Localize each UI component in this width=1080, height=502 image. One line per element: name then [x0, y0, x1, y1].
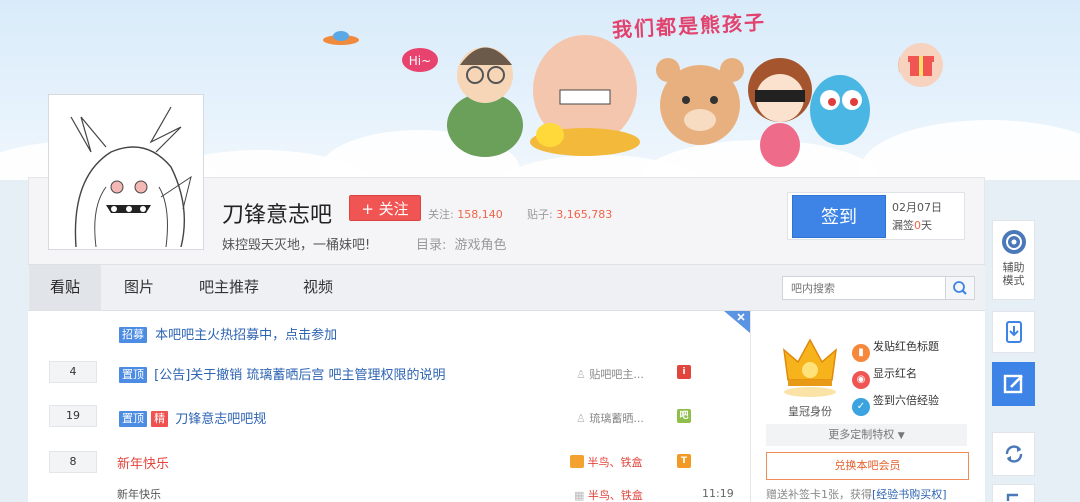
author-level-badge: i — [677, 365, 691, 379]
posts-stat-label: 贴子: — [527, 208, 553, 221]
edit-icon — [1003, 374, 1023, 394]
featured-tag: 精 — [151, 411, 169, 427]
author-level-badge: 吧 — [677, 409, 691, 423]
post-thread-button[interactable] — [992, 362, 1035, 406]
chevron-down-icon: ▼ — [897, 431, 905, 441]
follow-button[interactable]: + 关注 — [349, 195, 421, 221]
posts-stat: 贴子: 3,165,783 — [527, 206, 612, 222]
forum-name[interactable]: 刀锋意志吧 — [222, 197, 332, 229]
forum-slogan: 妹控毁天灭地，一桶妹吧! — [222, 238, 371, 253]
crown-label: 皇冠身份 — [788, 405, 832, 418]
author-level-badge: T — [677, 454, 691, 468]
perk-red-title: ▮ 发贴红色标题 — [852, 338, 939, 362]
recruit-notice[interactable]: 招募 本吧吧主火热招募中，点击参加 — [119, 324, 337, 343]
thread-title[interactable]: 新年快乐 — [117, 453, 169, 472]
thread-preview: 新年快乐 — [117, 488, 161, 501]
thread-author[interactable]: ♙ 琉璃蓄晒... — [576, 410, 644, 426]
thread-title[interactable]: [公告]关于撤销 琉璃蓄晒后宫 吧主管理权限的说明 — [154, 368, 445, 383]
user-icon: ♙ — [576, 412, 586, 425]
sign-info: 02月07日 漏签0天 — [892, 199, 942, 235]
pinned-tag: 置顶 — [119, 367, 147, 383]
reply-count: 8 — [49, 451, 97, 473]
tab-recommended[interactable]: 吧主推荐 — [186, 265, 272, 310]
posts-count: 3,165,783 — [556, 208, 613, 221]
catalog-value[interactable]: 游戏角色 — [455, 238, 507, 253]
sign-in-button[interactable]: 签到 — [792, 195, 886, 238]
follow-count: 158,140 — [457, 208, 503, 221]
red-name-icon: ◉ — [852, 371, 870, 389]
follow-stat: 关注: 158,140 — [428, 206, 503, 222]
perk-six-exp: ✓ 签到六倍经验 — [852, 392, 939, 416]
redeem-membership-button[interactable]: 兑换本吧会员 — [766, 452, 969, 480]
search-button[interactable] — [945, 276, 975, 300]
pinned-tag: 置顶 — [119, 411, 147, 427]
gift-icon — [899, 43, 943, 87]
vip-icon — [570, 455, 584, 468]
assist-mode-label: 辅助模式 — [1002, 261, 1025, 287]
reply-count: 19 — [49, 405, 97, 427]
sign-missed: 漏签0天 — [892, 219, 932, 232]
accessibility-icon — [1001, 230, 1026, 254]
thread-title[interactable]: 刀锋意志吧吧规 — [175, 412, 266, 427]
forum-catalog: 目录: 游戏角色 — [416, 234, 507, 253]
close-notice-icon[interactable] — [724, 311, 750, 333]
user-icon: ♙ — [576, 368, 586, 381]
thread-row[interactable]: 置顶 精 刀锋意志吧吧规 — [119, 408, 266, 427]
banner-speech: Hi~ — [409, 54, 431, 68]
recruit-tag: 招募 — [119, 327, 147, 343]
more-perks-toggle[interactable]: 更多定制特权 ▼ — [766, 424, 967, 446]
tab-posts[interactable]: 看贴 — [29, 265, 101, 310]
banner-characters: Hi~ — [402, 35, 900, 167]
last-reply-author[interactable]: ▦ 半鸟、铁盒 — [574, 487, 643, 502]
catalog-label: 目录: — [416, 238, 447, 253]
perk-red-name: ◉ 显示红名 — [852, 365, 917, 389]
tab-video[interactable]: 视频 — [288, 265, 348, 310]
reply-icon: ▦ — [574, 489, 585, 502]
reply-count: 4 — [49, 361, 97, 383]
last-reply-time: 11:19 — [702, 487, 734, 500]
ufo-icon — [323, 31, 359, 45]
search-icon — [953, 281, 967, 295]
download-app-button[interactable] — [992, 311, 1035, 353]
download-icon — [1005, 321, 1022, 343]
tab-images[interactable]: 图片 — [110, 265, 168, 310]
share-icon — [1006, 493, 1018, 501]
assist-mode-button[interactable]: 辅助模式 — [992, 220, 1035, 300]
exp-book-link[interactable]: [经验书购买权] — [872, 488, 947, 501]
crown-icon — [782, 338, 838, 397]
thread-author[interactable]: ♙ 贴吧吧主... — [576, 366, 644, 382]
red-title-icon: ▮ — [852, 344, 870, 362]
sign-date: 02月07日 — [892, 201, 942, 214]
recruit-title[interactable]: 本吧吧主火热招募中，点击参加 — [155, 328, 337, 343]
sign-exp-icon: ✓ — [852, 398, 870, 416]
thread-row[interactable]: 置顶 [公告]关于撤销 琉璃蓄晒后宫 吧主管理权限的说明 — [119, 364, 446, 383]
forum-avatar[interactable] — [48, 94, 204, 250]
refresh-button[interactable] — [992, 432, 1035, 476]
avatar-image — [51, 97, 201, 248]
refresh-icon — [1005, 445, 1022, 463]
share-button[interactable] — [992, 484, 1035, 502]
forum-search-input[interactable] — [782, 276, 946, 300]
follow-stat-label: 关注: — [428, 208, 454, 221]
thread-author[interactable]: 半鸟、铁盒 — [570, 454, 643, 470]
gift-note: 赠送补签卡1张，获得[经验书购买权] — [766, 488, 947, 501]
